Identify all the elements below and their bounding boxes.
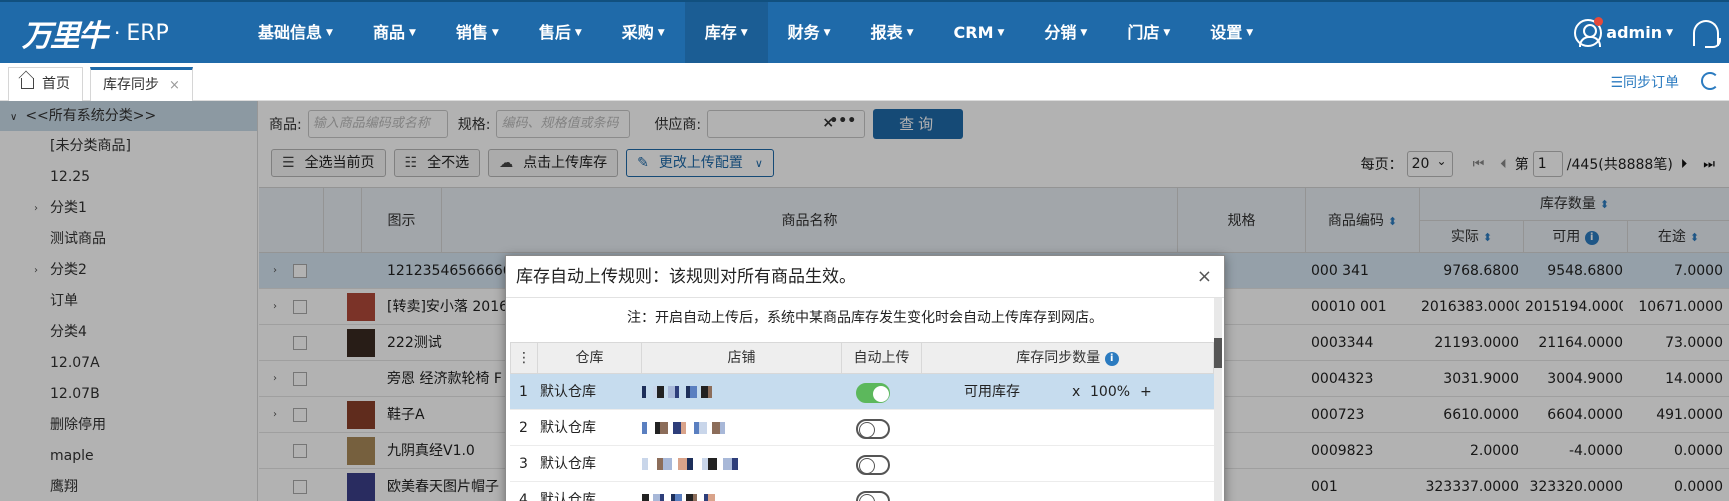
nav-item-6[interactable]: 财务 ▼ (768, 2, 851, 63)
rule-row[interactable]: 2 默认仓库 (510, 410, 1214, 446)
rule-warehouse: 默认仓库 (540, 420, 596, 436)
upload-rule-table: ⋮ 仓库 店铺 自动上传 库存同步数量 i 1 默认仓库 可用库存 x 100% +2 默认… (510, 342, 1214, 501)
col-sync-qty: 库存同步数量 i (921, 343, 1213, 373)
caret-down-icon: ▼ (408, 28, 416, 38)
caret-down-icon: ▼ (326, 28, 333, 38)
shop-name-redacted (642, 386, 752, 398)
dialog-note: 注：开启自动上传后，系统中某商品库存发生变化时会自动上传库存到网店。 (627, 310, 1103, 326)
user-avatar-icon[interactable] (1574, 16, 1604, 47)
caret-down-icon: ▼ (657, 28, 665, 38)
rule-row-number: 3 (519, 456, 528, 472)
rule-warehouse: 默认仓库 (540, 456, 596, 472)
tab-home-label: 首页 (42, 76, 70, 92)
tab-close-icon[interactable]: × (169, 78, 180, 93)
nav-item-label: 设置 (1210, 23, 1243, 42)
tab-stock-sync[interactable]: 库存同步 × (90, 67, 193, 101)
top-navbar: 万里牛 · ERP 基础信息 ▼ 商品 ▼ 销售 ▼ 售后 ▼ 采购 ▼ 库存 ▼ 财务 ▼ 报表 ▼ CRM ▼… (0, 0, 1729, 63)
dialog-title: 库存自动上传规则：该规则对所有商品生效。 (506, 256, 1224, 298)
rule-row[interactable]: 4 默认仓库 (510, 482, 1214, 501)
nav-item-7[interactable]: 报表 ▼ (851, 2, 934, 63)
sync-order-link[interactable]: ☰同步订单 (1610, 72, 1679, 92)
refresh-icon[interactable] (1701, 72, 1719, 90)
auto-upload-toggle[interactable] (856, 419, 890, 439)
logo-dot: · (114, 21, 121, 45)
auto-upload-toggle[interactable] (856, 491, 890, 501)
nav-item-label: 门店 (1127, 23, 1160, 42)
auto-upload-toggle[interactable] (856, 383, 890, 403)
user-caret-icon[interactable]: ▼ (1666, 28, 1673, 38)
caret-down-icon: ▼ (1246, 28, 1254, 38)
rule-warehouse: 默认仓库 (540, 384, 596, 400)
rule-warehouse: 默认仓库 (540, 492, 596, 501)
nav-item-10[interactable]: 门店 ▼ (1107, 2, 1190, 63)
nav-item-label: 售后 (538, 23, 571, 42)
nav-item-label: 销售 (455, 23, 488, 42)
shop-name-redacted (642, 422, 752, 434)
nav-item-2[interactable]: 销售 ▼ (436, 2, 519, 63)
caret-down-icon: ▼ (997, 28, 1005, 38)
headset-icon[interactable] (1693, 19, 1721, 48)
nav-item-9[interactable]: 分销 ▼ (1024, 2, 1107, 63)
col-auto-upload: 自动上传 (841, 343, 921, 373)
rule-row-number: 4 (519, 492, 528, 501)
nav-item-label: CRM (953, 23, 994, 42)
tab-stock-sync-label: 库存同步 (103, 77, 159, 93)
caret-down-icon: ▼ (491, 28, 499, 38)
nav-item-1[interactable]: 商品 ▼ (353, 2, 436, 63)
nav-item-4[interactable]: 采购 ▼ (602, 2, 685, 63)
shop-name-redacted (642, 458, 752, 470)
caret-down-icon: ▼ (1163, 28, 1171, 38)
tab-bar: 首页 库存同步 × (0, 63, 1729, 101)
col-sync-qty-label: 库存同步数量 (1016, 350, 1101, 366)
column-menu-icon[interactable]: ⋮ (511, 343, 537, 373)
caret-down-icon: ▼ (574, 28, 582, 38)
rule-row-number: 1 (519, 384, 528, 400)
username[interactable]: admin (1606, 23, 1662, 42)
multiply-sign: x (1072, 384, 1081, 400)
nav-item-label: 商品 (372, 23, 405, 42)
info-icon[interactable]: i (1104, 352, 1119, 366)
main-menu: 基础信息 ▼ 商品 ▼ 销售 ▼ 售后 ▼ 采购 ▼ 库存 ▼ 财务 ▼ 报表 ▼ CRM ▼ 分销 ▼ 门店 ▼ 设置 ▼ (238, 2, 1273, 63)
tab-home[interactable]: 首页 (8, 67, 83, 101)
close-icon[interactable]: × (1197, 266, 1212, 287)
col-shop: 店铺 (641, 343, 841, 373)
stock-type-select[interactable]: 可用库存 (964, 374, 1020, 410)
percent-value: 100% (1090, 384, 1131, 400)
upload-rule-dialog: 库存自动上传规则：该规则对所有商品生效。 × 注：开启自动上传后，系统中某商品库… (505, 255, 1225, 501)
rule-table-header: ⋮ 仓库 店铺 自动上传 库存同步数量 i (510, 342, 1214, 374)
logo[interactable]: 万里牛 · ERP (22, 14, 169, 54)
nav-item-label: 库存 (704, 23, 737, 42)
nav-item-11[interactable]: 设置 ▼ (1190, 2, 1273, 63)
user-area: admin ▼ (1574, 2, 1721, 63)
rule-row-number: 2 (519, 420, 528, 436)
home-icon (21, 78, 34, 89)
nav-item-label: 基础信息 (258, 23, 323, 42)
caret-down-icon: ▼ (906, 28, 914, 38)
scrollbar-thumb[interactable] (1214, 338, 1222, 368)
nav-item-label: 分销 (1044, 23, 1077, 42)
nav-item-0[interactable]: 基础信息 ▼ (238, 2, 353, 63)
rule-row[interactable]: 1 默认仓库 可用库存 x 100% + (510, 374, 1214, 410)
rule-table-body: 1 默认仓库 可用库存 x 100% +2 默认仓库 3 默认仓库 4 默认仓库 (510, 374, 1214, 501)
notification-dot (1594, 16, 1604, 26)
rule-row[interactable]: 3 默认仓库 (510, 446, 1214, 482)
nav-item-8[interactable]: CRM ▼ (934, 2, 1025, 63)
caret-down-icon: ▼ (1080, 28, 1088, 38)
auto-upload-toggle[interactable] (856, 455, 890, 475)
plus-sign[interactable]: + (1140, 374, 1152, 410)
nav-item-label: 采购 (621, 23, 654, 42)
dialog-scrollbar[interactable] (1214, 298, 1222, 501)
logo-product: ERP (126, 20, 169, 46)
caret-down-icon: ▼ (740, 28, 748, 38)
nav-item-5[interactable]: 库存 ▼ (684, 2, 768, 63)
caret-down-icon: ▼ (823, 28, 831, 38)
nav-item-label: 报表 (870, 23, 903, 42)
nav-item-label: 财务 (787, 23, 820, 42)
shop-name-redacted (642, 494, 752, 501)
nav-item-3[interactable]: 售后 ▼ (519, 2, 602, 63)
logo-brand: 万里牛 (22, 19, 108, 54)
col-warehouse: 仓库 (537, 343, 641, 373)
